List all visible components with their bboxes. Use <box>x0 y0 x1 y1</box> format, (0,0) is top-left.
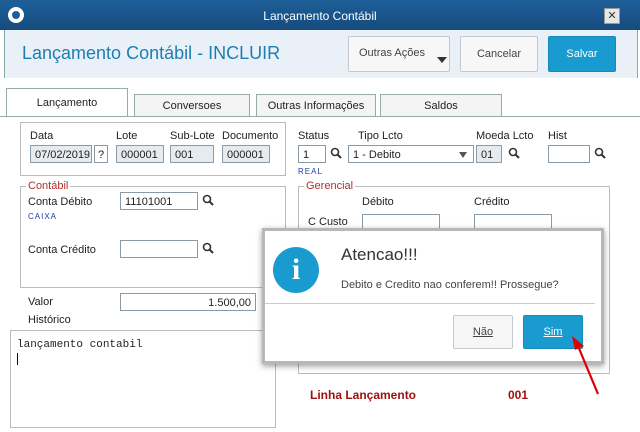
moeda-field[interactable]: 01 <box>476 145 502 163</box>
dialog-message: Debito e Credito nao conferem!! Prossegu… <box>341 279 559 291</box>
moeda-label: Moeda Lcto <box>476 130 534 142</box>
window-title: Lançamento Contábil <box>263 9 377 23</box>
historico-textarea[interactable]: lançamento contabil <box>10 330 276 428</box>
contabil-legend: Contábil <box>26 180 71 192</box>
gerencial-debito-label: Débito <box>362 196 394 208</box>
tab-divider <box>0 116 640 117</box>
chevron-down-icon <box>459 152 467 158</box>
data-label: Data <box>30 130 54 142</box>
ccusto-label: C Custo <box>308 216 348 228</box>
help-button[interactable]: ? <box>94 145 108 163</box>
dialog-title: Atencao!!! <box>341 245 418 264</box>
search-icon[interactable] <box>594 147 606 159</box>
moeda-note: REAL <box>298 167 323 176</box>
other-actions-button[interactable]: Outras Ações <box>348 36 450 72</box>
conta-debito-field[interactable]: 11101001 <box>120 192 198 210</box>
documento-label: Documento <box>222 130 279 142</box>
valor-field[interactable]: 1.500,00 <box>120 293 256 311</box>
conta-debito-label: Conta Débito <box>28 196 93 208</box>
conta-credito-label: Conta Crédito <box>28 244 96 256</box>
gerencial-legend: Gerencial <box>304 180 356 192</box>
linha-value: 001 <box>508 388 529 402</box>
status-field[interactable]: 1 <box>298 145 326 163</box>
save-button[interactable]: Salvar <box>548 36 616 72</box>
hist-label: Hist <box>548 130 567 142</box>
data-field[interactable]: 07/02/2019 <box>30 145 92 163</box>
page-title: Lançamento Contábil - INCLUIR <box>22 43 281 63</box>
tab-saldos[interactable]: Saldos <box>380 94 502 117</box>
text-cursor <box>17 353 18 365</box>
info-glyph: i <box>291 253 301 286</box>
lote-field[interactable]: 000001 <box>116 145 164 163</box>
search-icon[interactable] <box>508 147 520 159</box>
chevron-down-icon <box>437 57 447 63</box>
documento-field[interactable]: 000001 <box>222 145 270 163</box>
search-icon[interactable] <box>330 147 342 159</box>
close-icon[interactable]: ✕ <box>604 8 620 24</box>
historico-label: Histórico <box>28 314 71 326</box>
tab-outras-informacoes[interactable]: Outras Informações <box>256 94 376 117</box>
cancel-button[interactable]: Cancelar <box>460 36 538 72</box>
alert-dialog: i Atencao!!! Debito e Credito nao confer… <box>262 228 604 364</box>
info-icon: i <box>273 247 319 293</box>
other-actions-label: Outras Ações <box>358 47 426 59</box>
linha-label: Linha Lançamento <box>310 388 417 402</box>
pointer-arrow-icon <box>572 336 600 395</box>
conta-debito-note: CAIXA <box>28 212 58 221</box>
sublote-label: Sub-Lote <box>170 130 215 142</box>
tab-conversoes[interactable]: Conversoes <box>134 94 250 117</box>
valor-label: Valor <box>28 296 53 308</box>
tab-lancamento[interactable]: Lançamento <box>6 88 128 117</box>
search-icon[interactable] <box>202 194 214 206</box>
tipo-label: Tipo Lcto <box>358 130 403 142</box>
status-label: Status <box>298 130 330 142</box>
dialog-divider <box>265 303 595 304</box>
lote-label: Lote <box>116 130 138 142</box>
hist-field[interactable] <box>548 145 590 163</box>
tipo-value: 1 - Debito <box>353 149 401 161</box>
no-button[interactable]: Não <box>453 315 513 349</box>
gerencial-credito-label: Crédito <box>474 196 510 208</box>
window-titlebar: Lançamento Contábil ✕ <box>0 0 640 30</box>
search-icon[interactable] <box>202 242 214 254</box>
conta-credito-field[interactable] <box>120 240 198 258</box>
historico-text: lançamento contabil <box>17 339 143 351</box>
sublote-field[interactable]: 001 <box>170 145 214 163</box>
tipo-select[interactable]: 1 - Debito <box>348 145 474 163</box>
